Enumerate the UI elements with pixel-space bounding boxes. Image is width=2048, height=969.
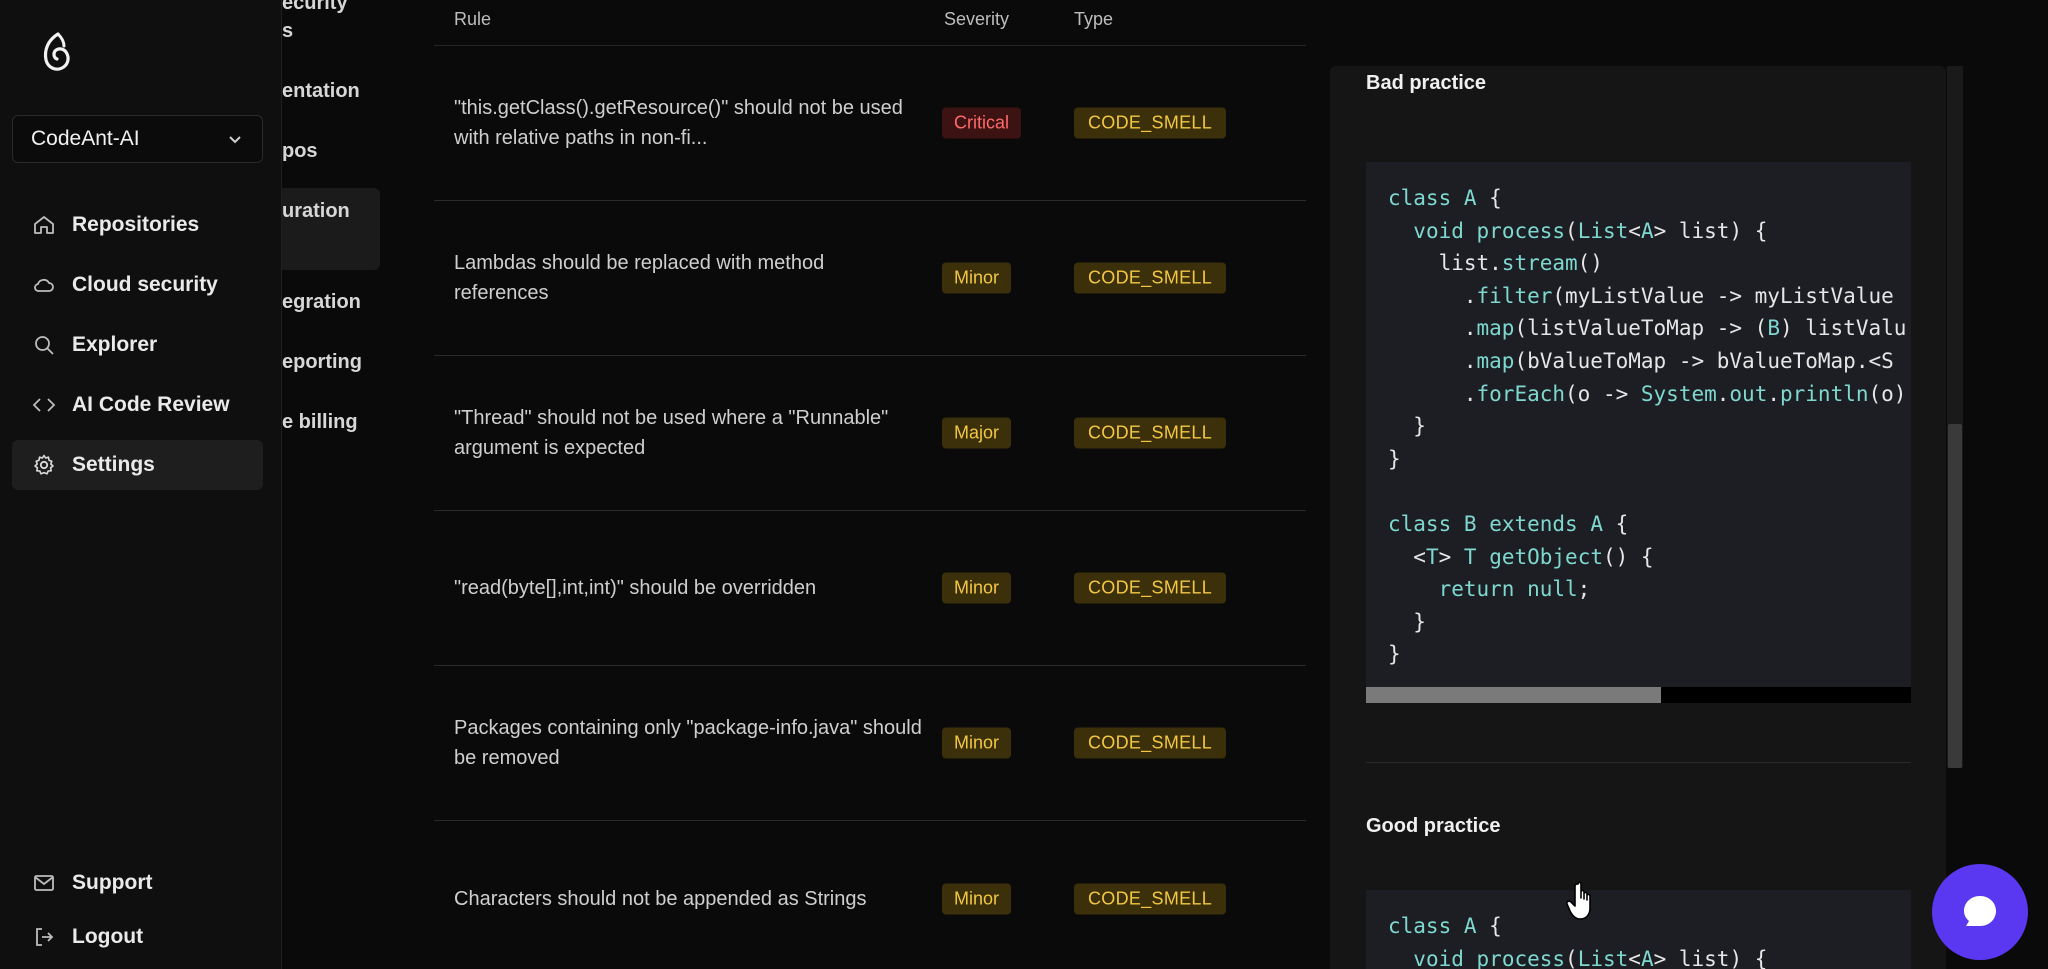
- nav-item-logout[interactable]: Logout: [12, 912, 263, 962]
- settings-submenu: ecurity s entation pos uration egration …: [282, 0, 382, 969]
- sidebar: CodeAnt-AI Repositories Cloud security E…: [0, 0, 282, 969]
- submenu-item-billing[interactable]: e billing: [282, 411, 358, 434]
- code-block: class A { void process(List<A> list) { l…: [1388, 186, 1907, 667]
- nav-item-repositories[interactable]: Repositories: [12, 200, 263, 250]
- rule-text: Lambdas should be replaced with method r…: [454, 252, 825, 304]
- rule-text: "Thread" should not be used where a "Run…: [454, 407, 889, 459]
- severity-badge: Minor: [942, 727, 1012, 759]
- nav-item-explorer[interactable]: Explorer: [12, 320, 263, 370]
- severity-badge: Major: [942, 417, 1012, 449]
- org-selector[interactable]: CodeAnt-AI: [12, 115, 263, 163]
- code-block: class A { void process(List<A> list) {: [1388, 914, 1768, 969]
- rule-text: Packages containing only "package-info.j…: [454, 717, 922, 769]
- nav-item-cloud-security[interactable]: Cloud security: [12, 260, 263, 310]
- section-divider: [1366, 762, 1911, 763]
- severity-badge: Minor: [942, 572, 1012, 604]
- severity-badge: Minor: [942, 883, 1012, 914]
- submenu-item-repos[interactable]: pos: [282, 140, 318, 163]
- table-row[interactable]: Lambdas should be replaced with method r…: [434, 201, 1306, 356]
- column-header-type[interactable]: Type: [1074, 9, 1113, 30]
- submenu-item-documentation[interactable]: entation: [282, 80, 360, 103]
- code-icon: [32, 398, 56, 412]
- nav-label: Repositories: [72, 213, 200, 236]
- main-nav: Repositories Cloud security Explorer AI …: [12, 200, 263, 500]
- bottom-nav: Support Logout: [12, 858, 263, 969]
- type-badge: CODE_SMELL: [1074, 417, 1227, 449]
- bad-practice-code[interactable]: class A { void process(List<A> list) { l…: [1366, 162, 1911, 687]
- table-row[interactable]: "read(byte[],int,int)" should be overrid…: [434, 511, 1306, 666]
- nav-label: Logout: [72, 925, 144, 948]
- table-row[interactable]: "this.getClass().getResource()" should n…: [434, 46, 1306, 201]
- submenu-item-security[interactable]: ecurity: [282, 0, 348, 15]
- column-header-severity[interactable]: Severity: [944, 9, 1009, 30]
- mail-icon: [34, 875, 54, 891]
- nav-label: Explorer: [72, 333, 158, 356]
- table-row[interactable]: Packages containing only "package-info.j…: [434, 666, 1306, 821]
- type-badge: CODE_SMELL: [1074, 883, 1227, 914]
- severity-badge: Minor: [942, 262, 1012, 294]
- panel-scrollbar-thumb[interactable]: [1948, 424, 1962, 768]
- codeant-logo-icon[interactable]: [36, 30, 80, 74]
- rule-text: Characters should not be appended as Str…: [454, 887, 867, 910]
- chevron-down-icon: [229, 136, 241, 144]
- type-badge: CODE_SMELL: [1074, 262, 1227, 294]
- submenu-item-configuration[interactable]: uration: [282, 200, 350, 223]
- nav-item-support[interactable]: Support: [12, 858, 263, 908]
- submenu-item-reporting[interactable]: eporting: [282, 351, 362, 374]
- gear-icon: [34, 454, 54, 475]
- good-practice-title: Good practice: [1366, 815, 1501, 837]
- app-root: CodeAnt-AI Repositories Cloud security E…: [0, 0, 2048, 969]
- nav-label: AI Code Review: [72, 393, 230, 416]
- column-header-rule[interactable]: Rule: [454, 9, 491, 30]
- nav-item-settings[interactable]: Settings: [12, 440, 263, 490]
- home-icon: [34, 216, 54, 234]
- chat-support-button[interactable]: [1932, 864, 2028, 960]
- rule-detail-panel: Bad practice class A { void process(List…: [1330, 66, 1946, 969]
- severity-badge: Critical: [942, 107, 1022, 139]
- org-name: CodeAnt-AI: [31, 127, 140, 150]
- type-badge: CODE_SMELL: [1074, 572, 1227, 604]
- good-practice-code[interactable]: class A { void process(List<A> list) {: [1366, 890, 1911, 969]
- code-scrollbar-thumb[interactable]: [1366, 687, 1661, 703]
- rule-text: "this.getClass().getResource()" should n…: [454, 97, 903, 149]
- nav-label: Support: [72, 871, 153, 894]
- table-row[interactable]: "Thread" should not be used where a "Run…: [434, 356, 1306, 511]
- rule-text: "read(byte[],int,int)" should be overrid…: [454, 577, 817, 599]
- logout-icon: [36, 928, 54, 946]
- cloud-icon: [34, 278, 54, 292]
- submenu-item-integration[interactable]: egration: [282, 291, 361, 314]
- table-row[interactable]: Characters should not be appended as Str…: [434, 821, 1306, 969]
- hand-cursor-icon: [1566, 881, 1591, 920]
- nav-label: Cloud security: [72, 273, 218, 296]
- nav-label: Settings: [72, 453, 155, 476]
- bad-practice-title: Bad practice: [1366, 72, 1487, 94]
- nav-item-ai-code-review[interactable]: AI Code Review: [12, 380, 263, 430]
- search-icon: [35, 336, 54, 355]
- submenu-item-security-line2[interactable]: s: [282, 20, 293, 43]
- type-badge: CODE_SMELL: [1074, 727, 1227, 759]
- type-badge: CODE_SMELL: [1074, 107, 1227, 139]
- rules-table: Rule Severity Type "this.getClass().getR…: [434, 0, 1306, 969]
- chat-bubble-icon: [1964, 896, 1996, 926]
- table-header: Rule Severity Type: [434, 0, 1306, 46]
